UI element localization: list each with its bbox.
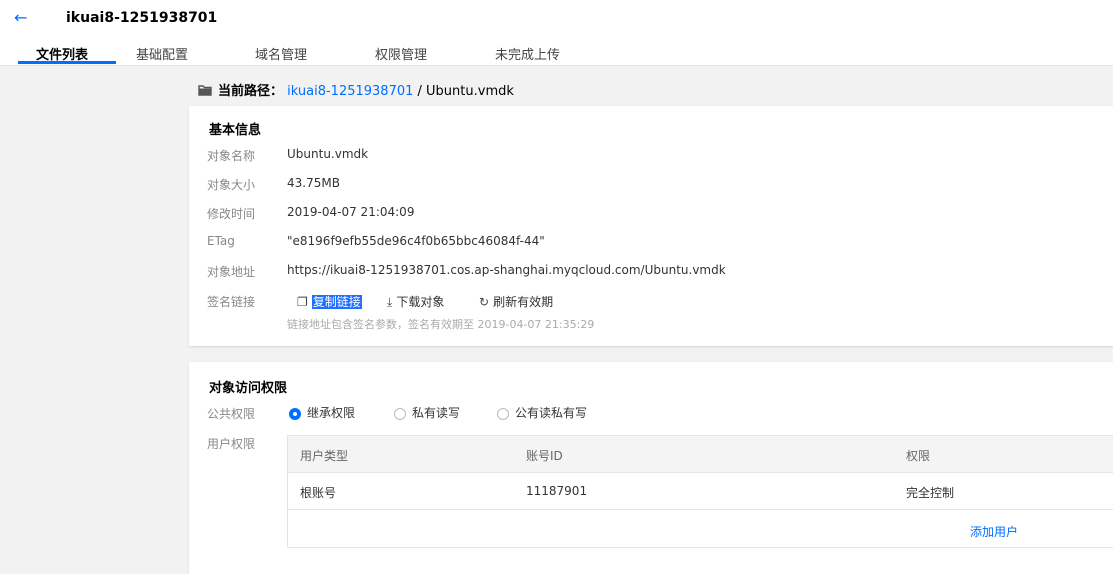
tab-incomplete-uploads[interactable]: 未完成上传 xyxy=(495,44,560,63)
breadcrumb-current: / Ubuntu.vmdk xyxy=(413,84,514,99)
object-name-label: 对象名称 xyxy=(207,149,256,163)
top-bar: ← ikuai8-1251938701 文件列表 基础配置 域名管理 权限管理 … xyxy=(0,0,1113,66)
user-permission-label: 用户权限 xyxy=(207,437,256,451)
refresh-validity-button[interactable]: ↻ 刷新有效期 xyxy=(479,293,553,310)
basic-info-panel: 基本信息 对象名称 Ubuntu.vmdk 对象大小 43.75MB 修改时间 … xyxy=(189,106,1113,346)
table-header: 用户类型 账号ID 权限 xyxy=(288,436,1113,473)
download-icon: ⤓ xyxy=(387,295,393,309)
access-permission-panel: 对象访问权限 公共权限 继承权限 私有读写 公有读私有写 用户权限 用户类型 账… xyxy=(189,362,1113,574)
object-url-value: https://ikuai8-1251938701.cos.ap-shangha… xyxy=(287,263,726,277)
radio-unchecked-icon xyxy=(497,408,509,420)
breadcrumb-label: 当前路径： xyxy=(218,84,284,99)
object-size-value: 43.75MB xyxy=(287,176,340,190)
tab-permission-management[interactable]: 权限管理 xyxy=(375,44,427,63)
active-tab-indicator xyxy=(18,61,116,64)
modified-time-value: 2019-04-07 21:04:09 xyxy=(287,205,415,219)
signed-link-label: 签名链接 xyxy=(207,295,256,309)
arrow-left-icon[interactable]: ← xyxy=(14,8,27,28)
permission-cell: 完全控制 xyxy=(906,486,955,500)
refresh-icon: ↻ xyxy=(479,295,490,309)
radio-inherit-permission[interactable]: 继承权限 xyxy=(289,404,355,421)
object-url-label: 对象地址 xyxy=(207,265,256,279)
table-row: 根账号 11187901 完全控制 xyxy=(288,473,1113,510)
folder-icon xyxy=(198,85,212,100)
tab-domain-management[interactable]: 域名管理 xyxy=(255,44,307,63)
column-header-permission: 权限 xyxy=(906,449,931,463)
bucket-title: ikuai8-1251938701 xyxy=(66,10,218,26)
column-header-account-id: 账号ID xyxy=(526,449,563,463)
radio-public-read-private-write[interactable]: 公有读私有写 xyxy=(497,404,587,421)
user-type-cell: 根账号 xyxy=(300,486,337,500)
basic-info-title: 基本信息 xyxy=(209,123,262,138)
copy-link-button[interactable]: ❐ 复制链接 xyxy=(297,293,362,310)
signed-link-hint: 链接地址包含签名参数，签名有效期至 2019-04-07 21:35:29 xyxy=(287,318,595,331)
user-permission-table: 用户类型 账号ID 权限 根账号 11187901 完全控制 添加用户 xyxy=(287,435,1113,548)
column-header-user-type: 用户类型 xyxy=(300,449,349,463)
etag-label: ETag xyxy=(207,234,235,248)
tab-basic-config[interactable]: 基础配置 xyxy=(136,44,188,63)
radio-unchecked-icon xyxy=(394,408,406,420)
download-object-button[interactable]: ⤓ 下载对象 xyxy=(387,293,444,310)
copy-icon: ❐ xyxy=(297,295,308,309)
radio-checked-icon xyxy=(289,408,301,420)
breadcrumb-bucket-link[interactable]: ikuai8-1251938701 xyxy=(287,84,413,99)
modified-time-label: 修改时间 xyxy=(207,207,256,221)
object-size-label: 对象大小 xyxy=(207,178,256,192)
access-permission-title: 对象访问权限 xyxy=(209,381,288,396)
add-user-button[interactable]: 添加用户 xyxy=(970,523,1018,540)
public-permission-label: 公共权限 xyxy=(207,407,256,421)
etag-value: "e8196f9efb55de96c4f0b65bbc46084f-44" xyxy=(287,234,545,248)
breadcrumb: 当前路径： ikuai8-1251938701 / Ubuntu.vmdk xyxy=(198,80,514,100)
account-id-cell: 11187901 xyxy=(526,484,588,498)
object-name-value: Ubuntu.vmdk xyxy=(287,147,369,161)
radio-private-read-write[interactable]: 私有读写 xyxy=(394,404,460,421)
